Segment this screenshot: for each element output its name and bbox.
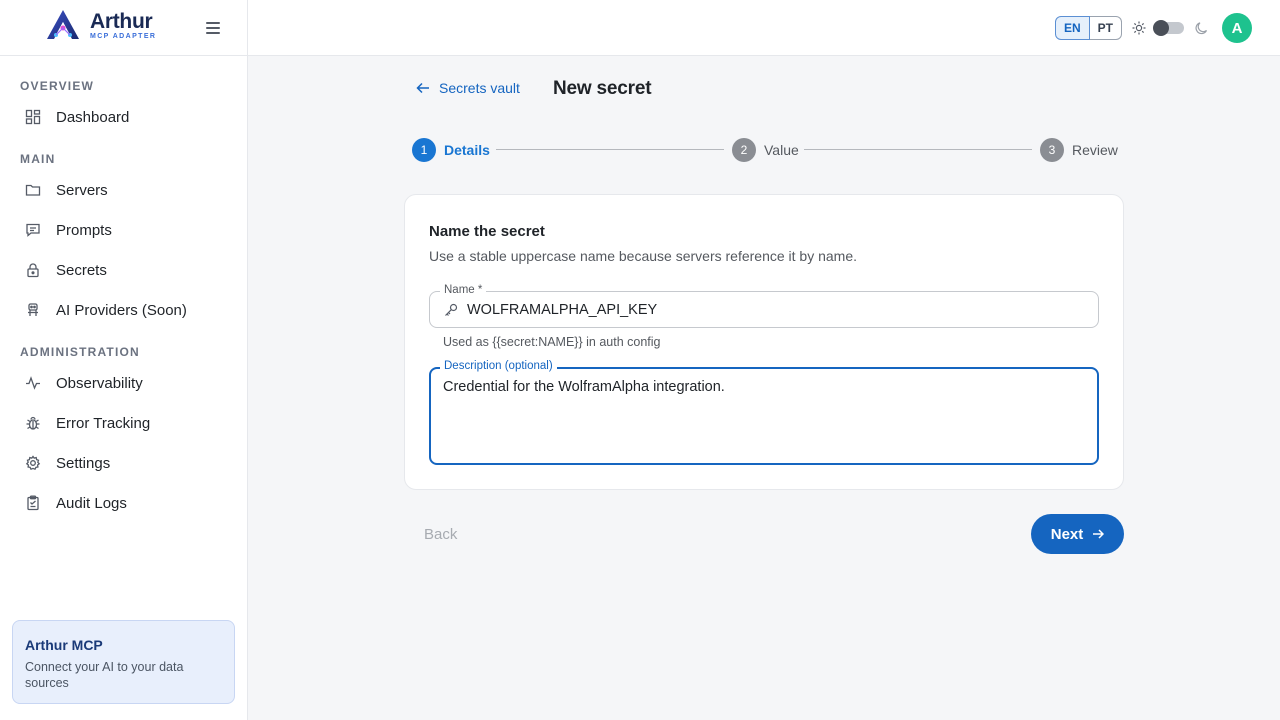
- moon-icon: [1195, 22, 1208, 35]
- card-title: Name the secret: [429, 223, 545, 240]
- topbar: EN PT A: [248, 0, 1280, 56]
- secret-name-field[interactable]: Name * WOLFRAMALPHA_API_KEY: [429, 284, 1099, 328]
- language-switcher: EN PT: [1055, 16, 1123, 40]
- step-label: Details: [444, 142, 490, 158]
- step-review: 3 Review: [1040, 138, 1118, 162]
- sidebar-item-label: Observability: [56, 374, 143, 392]
- theme-toggle[interactable]: [1153, 20, 1184, 36]
- sidebar-item-label: Error Tracking: [56, 414, 151, 432]
- arthur-logo-icon: [47, 10, 79, 39]
- nav-section-overview: OVERVIEW: [20, 79, 95, 93]
- description-textarea[interactable]: Description (optional) Credential for th…: [429, 360, 1099, 465]
- sidebar-item-audit-logs[interactable]: Audit Logs: [12, 485, 235, 521]
- bug-icon: [25, 415, 41, 431]
- step-connector: [804, 149, 1032, 150]
- message-icon: [25, 222, 41, 238]
- sidebar-item-prompts[interactable]: Prompts: [12, 212, 235, 248]
- next-button[interactable]: Next: [1031, 514, 1124, 554]
- sidebar-item-settings[interactable]: Settings: [12, 445, 235, 481]
- step-details: 1 Details: [412, 138, 490, 162]
- arrow-right-icon: [1093, 529, 1105, 539]
- nav-section-main: MAIN: [20, 152, 56, 166]
- sidebar-item-error-tracking[interactable]: Error Tracking: [12, 405, 235, 441]
- activity-icon: [25, 375, 41, 391]
- logo-text: Arthur MCP ADAPTER: [90, 11, 156, 40]
- menu-toggle-button[interactable]: [203, 18, 223, 38]
- sidebar-item-observability[interactable]: Observability: [12, 365, 235, 401]
- nav-section-administration: ADMINISTRATION: [20, 345, 140, 359]
- sidebar-item-label: Secrets: [56, 261, 107, 279]
- step-number: 2: [732, 138, 756, 162]
- arrow-left-icon: [416, 82, 429, 94]
- theme-toggle-knob: [1153, 20, 1169, 36]
- sidebar-item-ai-providers[interactable]: AI Providers (Soon): [12, 292, 235, 328]
- name-field-value: WOLFRAMALPHA_API_KEY: [467, 302, 658, 318]
- page-title: New secret: [553, 78, 652, 99]
- sidebar-item-label: Servers: [56, 181, 108, 199]
- language-en-button[interactable]: EN: [1055, 16, 1090, 40]
- app-logo[interactable]: Arthur MCP ADAPTER: [44, 8, 156, 42]
- secret-details-card: Name the secret Use a stable uppercase n…: [404, 194, 1124, 490]
- sidebar-item-label: Dashboard: [56, 108, 130, 126]
- description-field-value: Credential for the WolframAlpha integrat…: [443, 379, 725, 395]
- key-icon: [445, 303, 458, 316]
- sidebar-item-label: AI Providers (Soon): [56, 301, 187, 319]
- app-name: Arthur: [90, 9, 153, 33]
- promo-card: Arthur MCP Connect your AI to your data …: [12, 620, 235, 704]
- back-to-secrets-vault-link[interactable]: Secrets vault: [416, 80, 520, 96]
- clipboard-icon: [25, 495, 41, 511]
- back-button[interactable]: Back: [424, 526, 457, 543]
- stepper: 1 Details 2 Value 3 Review: [412, 138, 1118, 162]
- folder-icon: [25, 182, 41, 198]
- sidebar-item-secrets[interactable]: Secrets: [12, 252, 235, 288]
- dashboard-icon: [25, 109, 41, 125]
- description-field-label: Description (optional): [440, 360, 557, 372]
- gear-icon: [25, 455, 41, 471]
- step-number: 1: [412, 138, 436, 162]
- step-label: Review: [1072, 142, 1118, 158]
- promo-text: Connect your AI to your data sources: [25, 660, 184, 690]
- next-button-label: Next: [1050, 525, 1084, 543]
- back-link-label: Secrets vault: [439, 80, 520, 96]
- promo-title: Arthur MCP: [25, 637, 103, 653]
- sidebar-item-servers[interactable]: Servers: [12, 172, 235, 208]
- sidebar: Arthur MCP ADAPTER OVERVIEW Dashboard MA…: [0, 0, 248, 720]
- sidebar-item-label: Prompts: [56, 221, 112, 239]
- sidebar-item-label: Settings: [56, 454, 111, 472]
- app-tagline: MCP ADAPTER: [90, 32, 157, 40]
- name-field-label: Name *: [440, 284, 487, 296]
- language-pt-button[interactable]: PT: [1089, 16, 1123, 40]
- lock-icon: [25, 262, 41, 278]
- step-connector: [496, 149, 724, 150]
- name-field-helper: Used as {{secret:NAME}} in auth config: [443, 335, 661, 349]
- logo-bar: Arthur MCP ADAPTER: [0, 0, 247, 56]
- avatar[interactable]: A: [1222, 13, 1252, 43]
- step-number: 3: [1040, 138, 1064, 162]
- sidebar-item-dashboard[interactable]: Dashboard: [12, 99, 235, 135]
- card-subtitle: Use a stable uppercase name because serv…: [429, 248, 858, 264]
- step-label: Value: [764, 142, 799, 158]
- hamburger-icon: [206, 22, 220, 24]
- robot-icon: [25, 302, 41, 318]
- sidebar-item-label: Audit Logs: [56, 494, 127, 512]
- sun-icon: [1132, 21, 1146, 35]
- step-value: 2 Value: [732, 138, 799, 162]
